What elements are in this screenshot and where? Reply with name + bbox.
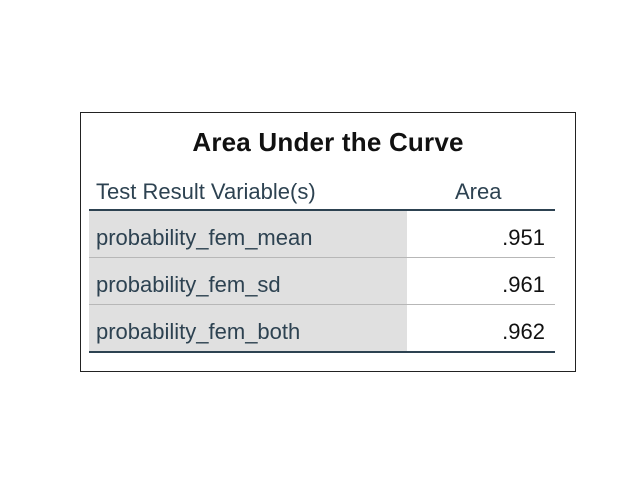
table-row: probability_fem_sd .961 (89, 258, 555, 305)
table-row: probability_fem_both .962 (89, 305, 555, 353)
table-row: probability_fem_mean .951 (89, 211, 555, 258)
row-area: .962 (502, 319, 545, 344)
row-area: .951 (502, 225, 545, 250)
row-variable: probability_fem_mean (96, 225, 313, 250)
row-variable: probability_fem_both (96, 319, 301, 344)
auc-table-container: Area Under the Curve Test Result Variabl… (80, 112, 576, 372)
auc-table: Test Result Variable(s) Area probability… (89, 175, 555, 353)
header-test-result-variable: Test Result Variable(s) (96, 179, 316, 204)
row-area: .961 (502, 272, 545, 297)
header-area: Area (455, 179, 502, 204)
table-header: Test Result Variable(s) Area (89, 175, 555, 211)
table-title: Area Under the Curve (192, 127, 464, 157)
row-variable: probability_fem_sd (96, 272, 281, 297)
